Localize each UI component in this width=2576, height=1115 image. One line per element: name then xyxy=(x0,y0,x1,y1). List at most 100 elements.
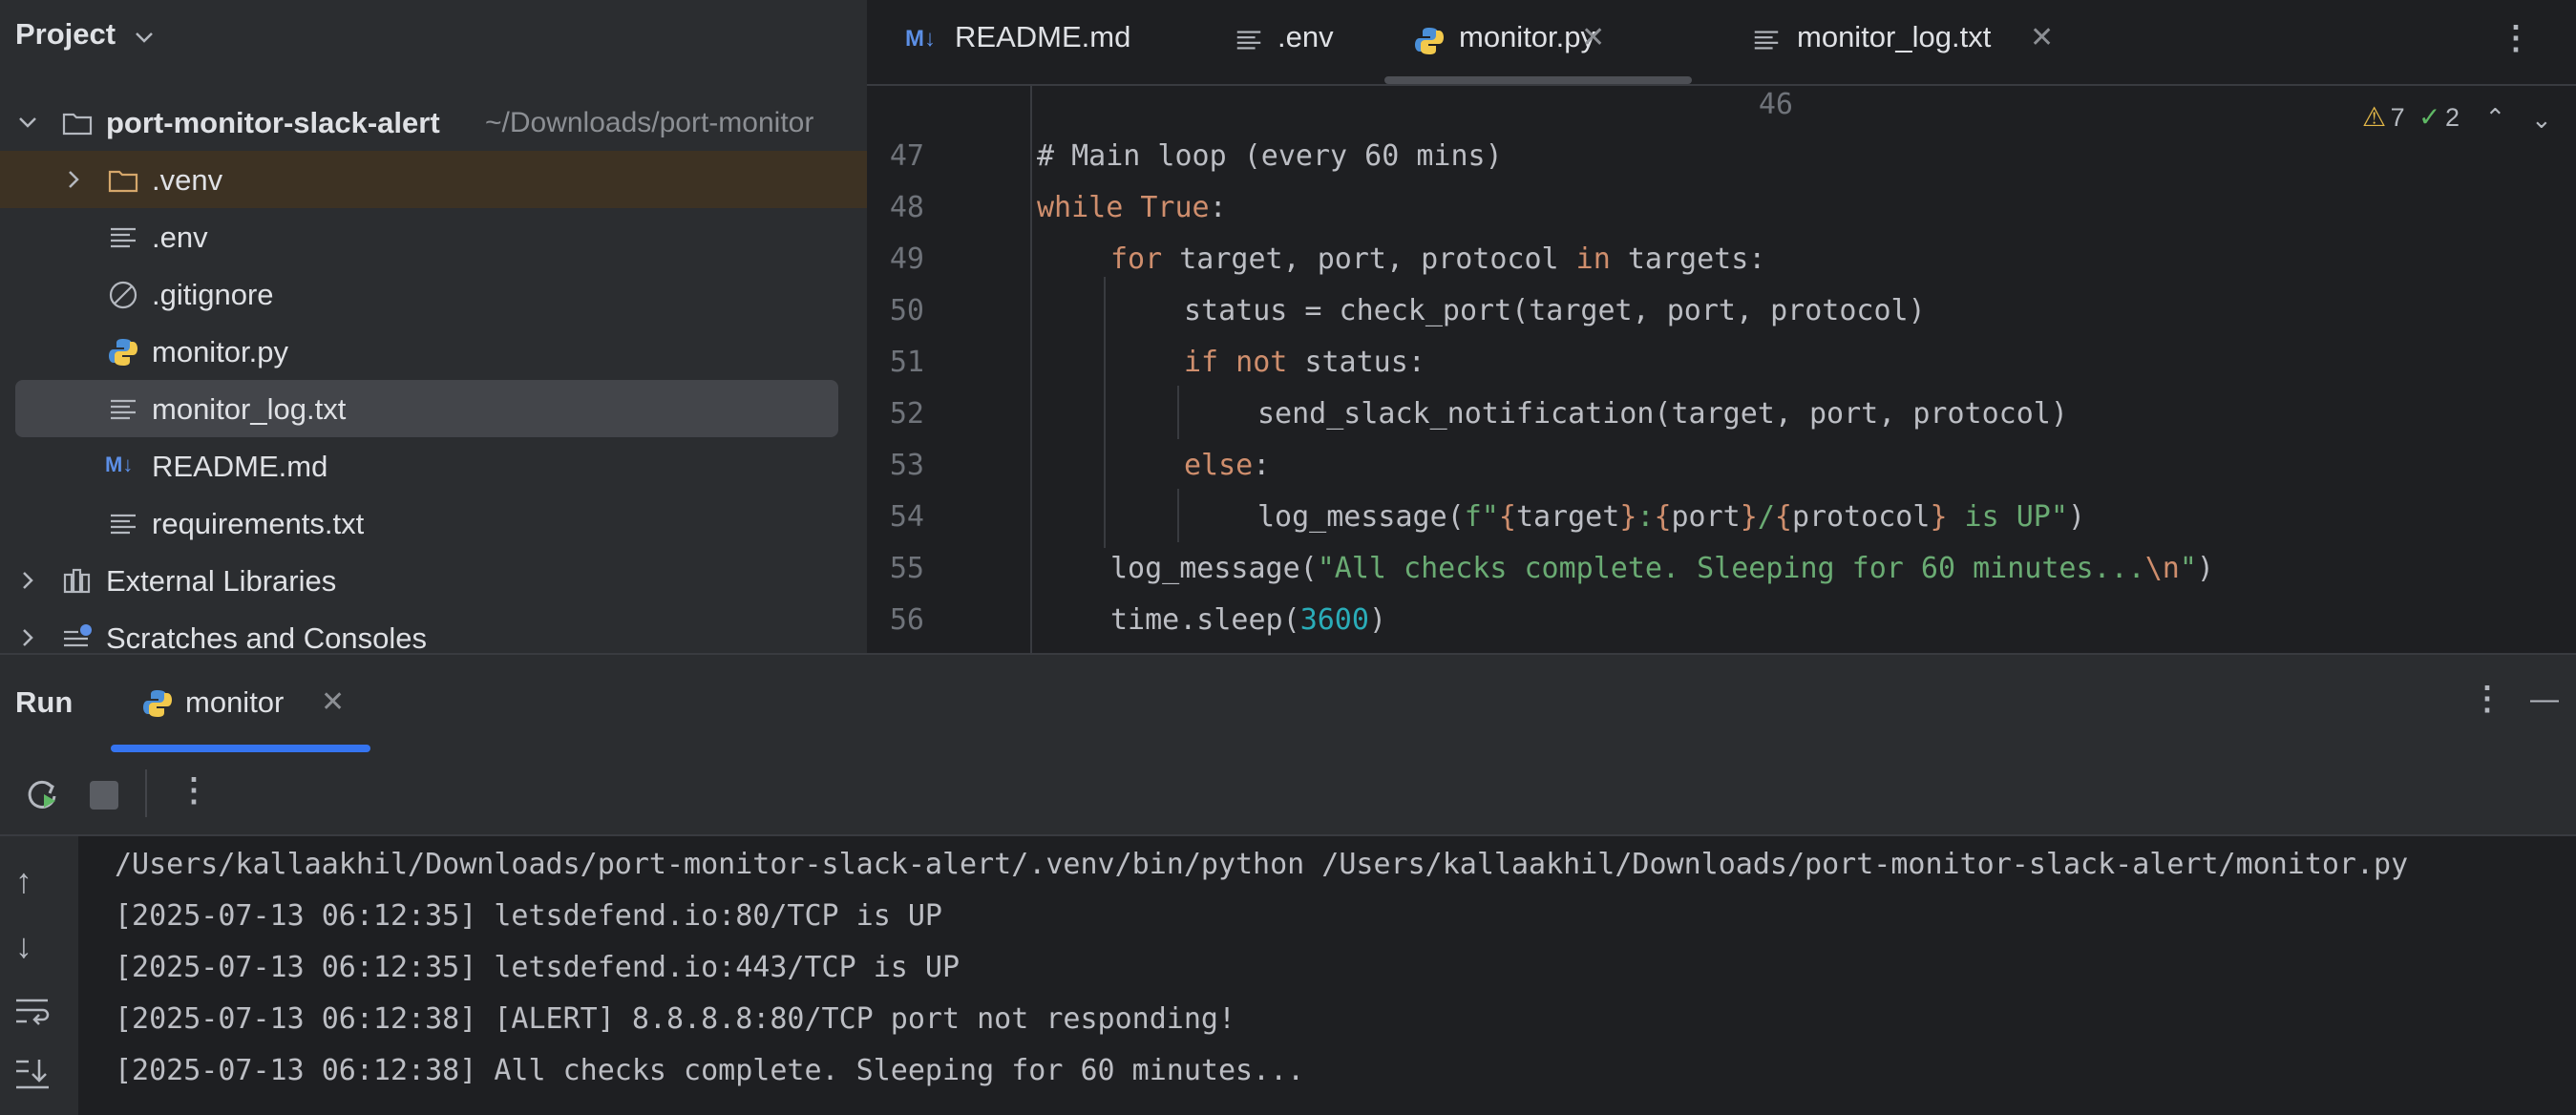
markdown-icon: M↓ xyxy=(105,452,134,476)
tab-label: .env xyxy=(1277,20,1334,53)
tab-label: monitor.py xyxy=(1459,20,1596,53)
code-line: 48 while True: xyxy=(867,183,2576,235)
tree-item-root[interactable]: port-monitor-slack-alert ~/Downloads/por… xyxy=(0,94,867,151)
tree-item-gitignore[interactable]: .gitignore xyxy=(0,265,867,323)
toolbar-divider xyxy=(145,769,147,817)
run-toolbar: ⋮ xyxy=(0,752,2576,836)
keyword: else xyxy=(1184,449,1254,482)
number: 3600 xyxy=(1299,603,1369,637)
console-line: [2025-07-13 06:12:35] letsdefend.io:443/… xyxy=(115,951,961,984)
scroll-to-end-icon[interactable] xyxy=(13,1056,52,1092)
tree-item-scratches[interactable]: Scratches and Consoles xyxy=(0,609,867,653)
tree-item-venv[interactable]: .venv xyxy=(0,151,867,208)
more-options-icon[interactable]: ⋮ xyxy=(2471,680,2503,718)
python-icon xyxy=(143,690,172,717)
tree-item-requirements[interactable]: requirements.txt xyxy=(0,494,867,552)
code-line: 47 # Main loop (every 60 mins) xyxy=(867,132,2576,183)
chevron-down-icon[interactable] xyxy=(134,27,155,48)
line-number: 47 xyxy=(889,139,924,173)
run-tab-monitor[interactable]: monitor ✕ xyxy=(111,655,370,752)
chevron-right-icon[interactable] xyxy=(15,568,40,593)
close-icon[interactable]: ✕ xyxy=(2030,21,2054,54)
text-file-icon xyxy=(111,514,136,535)
console-output[interactable]: /Users/kallaakhil/Downloads/port-monitor… xyxy=(78,836,2576,1115)
project-header[interactable]: Project xyxy=(0,0,867,74)
editor-tab-bar: M↓ README.md .env monitor.py ✕ monitor_l… xyxy=(867,0,2576,86)
keyword: while xyxy=(1037,191,1124,224)
stop-icon[interactable] xyxy=(90,781,118,810)
keyword: True xyxy=(1140,191,1210,224)
code-line: 55 log_message("All checks complete. Sle… xyxy=(867,544,2576,596)
folder-icon xyxy=(62,113,93,136)
keyword: in xyxy=(1575,242,1611,276)
text-file-icon xyxy=(111,399,136,420)
chevron-right-icon[interactable] xyxy=(15,625,40,650)
project-path: ~/Downloads/port-monitor xyxy=(485,107,814,138)
tree-item-monitor-log[interactable]: monitor_log.txt xyxy=(15,380,838,437)
run-header: Run monitor ✕ ⋮ — xyxy=(0,655,2576,752)
more-options-icon[interactable]: ⋮ xyxy=(178,771,210,810)
arrow-down-icon[interactable]: ↓ xyxy=(15,926,32,966)
python-icon xyxy=(1415,28,1444,54)
string: "All checks complete. Sleeping for 60 mi… xyxy=(1317,552,2145,585)
tab-env[interactable]: .env xyxy=(1230,0,1373,84)
console-line: [2025-07-13 06:12:38] All checks complet… xyxy=(115,1054,1305,1087)
code-text: target xyxy=(1515,500,1620,534)
code-text: : xyxy=(1209,191,1227,224)
rerun-icon[interactable] xyxy=(23,775,61,813)
chevron-down-icon[interactable] xyxy=(15,110,40,135)
code-text: ) xyxy=(1368,603,1386,637)
tree-item-label: monitor_log.txt xyxy=(152,392,347,426)
run-side-toolbar: ↑ ↓ xyxy=(0,836,78,1115)
arrow-up-icon[interactable]: ↑ xyxy=(15,861,32,901)
tree-item-label: .venv xyxy=(152,163,223,197)
line-number: 46 xyxy=(1758,88,1793,121)
string: " xyxy=(2179,552,2197,585)
code-text: targets: xyxy=(1627,242,1766,276)
console-line: /Users/kallaakhil/Downloads/port-monitor… xyxy=(115,848,2409,881)
line-number: 50 xyxy=(889,294,924,327)
code-text: port xyxy=(1671,500,1741,534)
run-title: Run xyxy=(15,685,74,719)
code-line[interactable]: 46 xyxy=(867,80,2576,132)
code-line: 50 status = check_port(target, port, pro… xyxy=(867,286,2576,338)
project-title[interactable]: Project xyxy=(15,17,116,52)
tab-monitor-py[interactable]: monitor.py ✕ xyxy=(1384,0,1692,84)
line-number: 54 xyxy=(889,500,924,534)
keyword: if not xyxy=(1184,346,1288,379)
tree-item-label: README.md xyxy=(152,450,328,483)
tree-item-external-libraries[interactable]: External Libraries xyxy=(0,552,867,609)
scratches-icon xyxy=(64,624,92,647)
chevron-right-icon[interactable] xyxy=(61,167,86,192)
tree-item-readme[interactable]: M↓ README.md xyxy=(0,437,867,494)
tree-item-label: External Libraries xyxy=(106,564,337,598)
line-number: 52 xyxy=(889,397,924,431)
project-panel: Project port-monitor-slack-alert ~/Downl… xyxy=(0,0,867,653)
tab-label: README.md xyxy=(955,20,1131,53)
more-options-icon[interactable]: ⋮ xyxy=(2500,19,2532,57)
tab-readme[interactable]: M↓ README.md xyxy=(896,0,1163,84)
text-file-icon xyxy=(1236,31,1261,50)
console-line: [2025-07-13 06:12:35] letsdefend.io:80/T… xyxy=(115,899,942,933)
text-file-icon xyxy=(111,227,136,248)
string: is UP" xyxy=(1947,500,2068,534)
code-text: target, port, protocol xyxy=(1179,242,1559,276)
minimize-icon[interactable]: — xyxy=(2530,684,2559,716)
tree-item-label: port-monitor-slack-alert xyxy=(106,106,440,139)
close-icon[interactable]: ✕ xyxy=(1581,21,1605,54)
code-text: ) xyxy=(2196,552,2214,585)
code-text: time.sleep( xyxy=(1110,603,1300,637)
code-text: log_message( xyxy=(1110,552,1318,585)
comment: # Main loop (every 60 mins) xyxy=(1037,139,1503,173)
code-area[interactable]: 47 # Main loop (every 60 mins) 48 while … xyxy=(867,132,2576,653)
tab-monitor-log[interactable]: monitor_log.txt ✕ xyxy=(1751,0,2095,84)
line-number: 53 xyxy=(889,449,924,482)
code-text: ) xyxy=(2067,500,2085,534)
tree-item-env[interactable]: .env xyxy=(0,208,867,265)
code-line: 54 log_message(f"{target}:{port}/{protoc… xyxy=(867,493,2576,544)
close-icon[interactable]: ✕ xyxy=(321,685,345,719)
soft-wrap-icon[interactable] xyxy=(13,995,52,1027)
tree-item-monitor-py[interactable]: monitor.py xyxy=(0,323,867,380)
tab-label: monitor_log.txt xyxy=(1797,20,1992,53)
code-line: 51 if not status: xyxy=(867,338,2576,389)
